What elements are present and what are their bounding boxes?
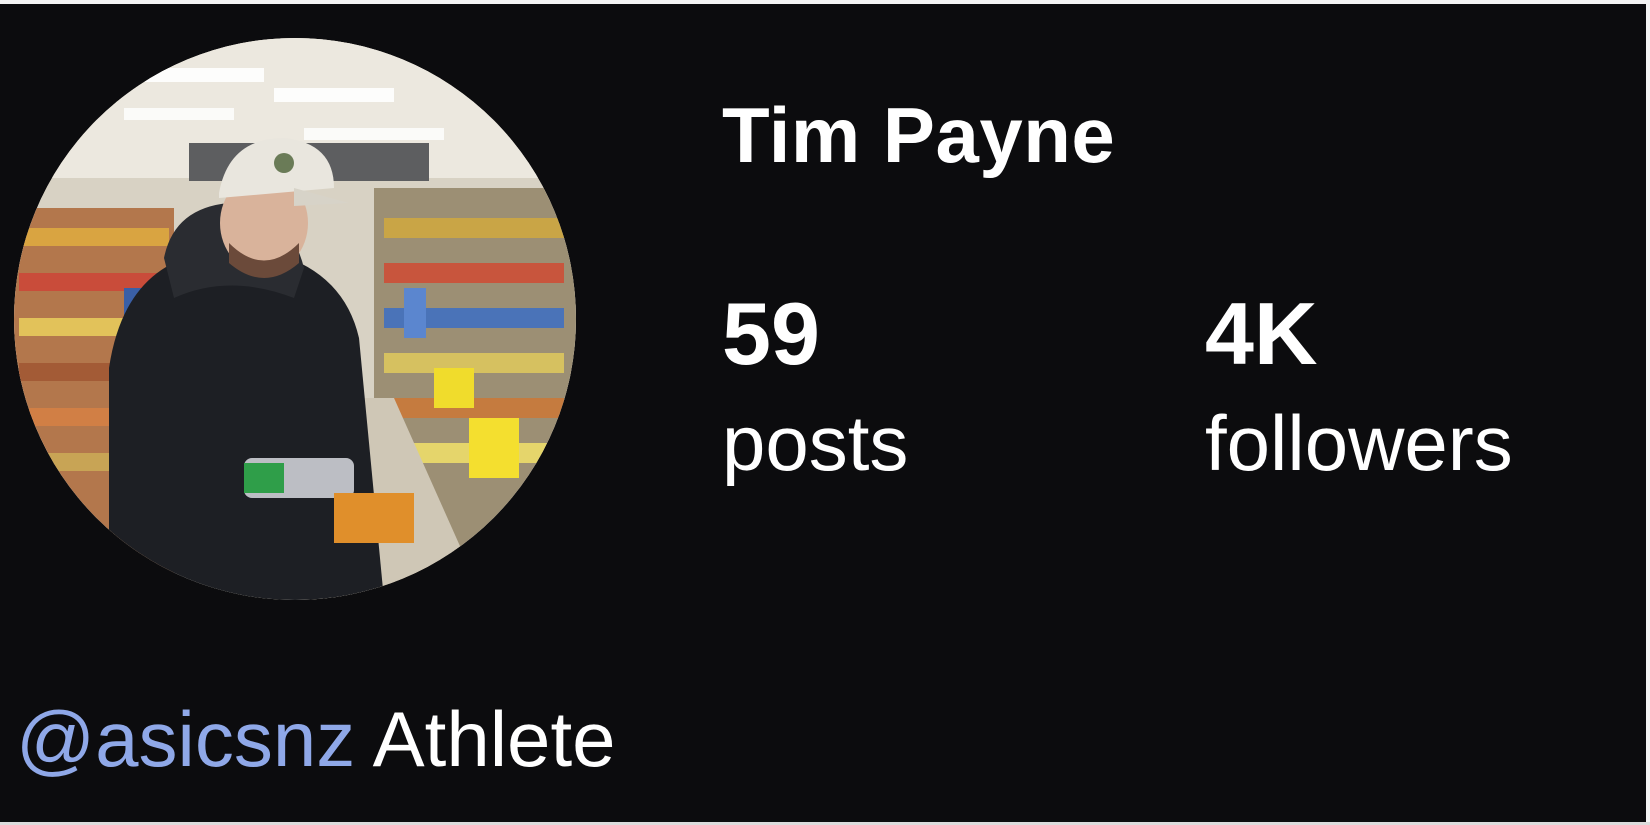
followers-label: followers [1205,399,1513,487]
profile-bio: @asicsnz Athlete [16,700,616,778]
right-border [1646,0,1650,825]
profile-name: Tim Payne [722,91,1116,179]
profile-header: Tim Payne 59 posts 4K followers @asicsnz… [0,0,1650,825]
posts-label: posts [722,399,909,487]
posts-stat[interactable]: 59 posts [722,284,909,487]
profile-photo-icon [14,38,576,600]
bio-text: Athlete [372,695,616,783]
top-border [0,0,1650,4]
followers-count: 4K [1205,284,1318,383]
bio-mention-link[interactable]: @asicsnz [16,695,355,783]
followers-stat[interactable]: 4K followers [1205,284,1513,487]
posts-count: 59 [722,284,820,383]
avatar[interactable] [14,38,576,600]
